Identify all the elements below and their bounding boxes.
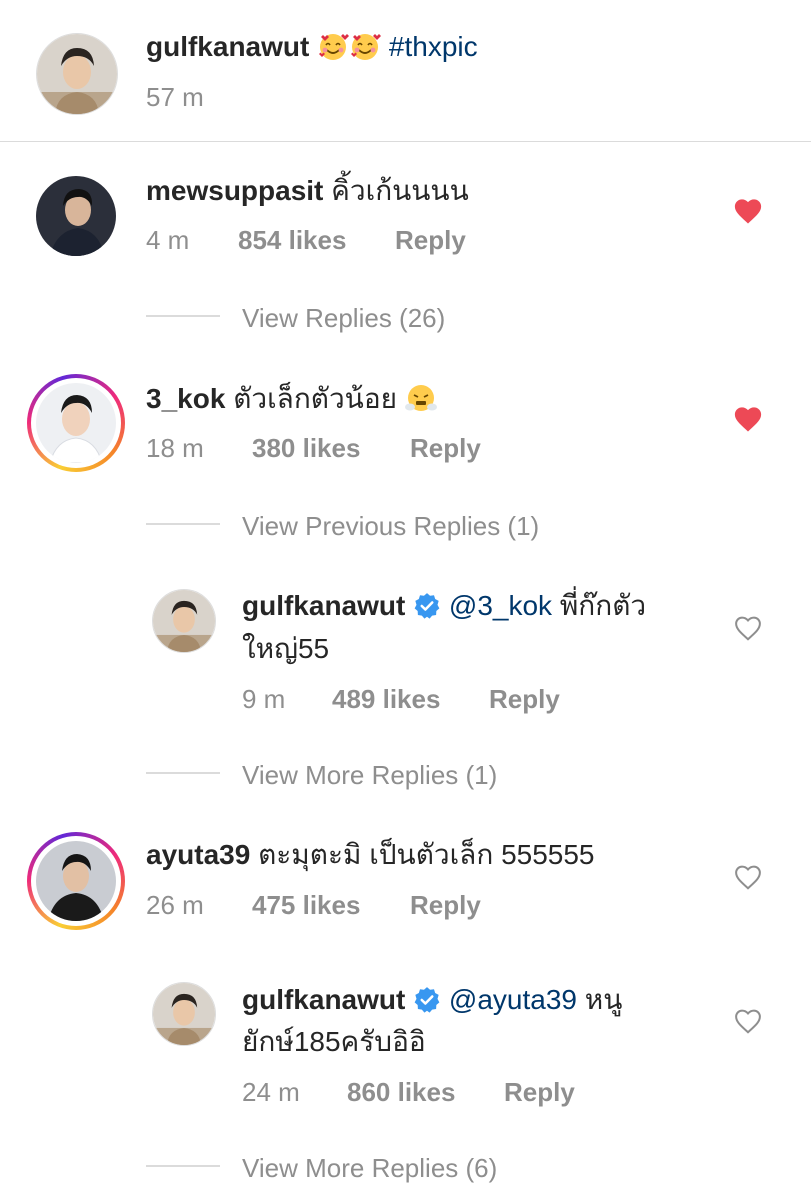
comment-text: ตัวเล็กตัวน้อย (233, 383, 398, 414)
heart-filled-icon[interactable] (733, 197, 763, 225)
reply-username[interactable]: gulfkanawut (242, 984, 405, 1015)
avatar-gulfkanawut[interactable] (36, 33, 118, 115)
smiling-face-with-hearts-icon (317, 30, 349, 62)
verified-badge-icon (413, 986, 441, 1014)
likes-count[interactable]: 475 likes (252, 890, 360, 920)
reply-username[interactable]: gulfkanawut (242, 590, 405, 621)
reply-text-line2: ใหญ่55 (242, 633, 330, 664)
caption-divider (0, 141, 811, 142)
view-replies-line (146, 315, 220, 317)
caption-hashtag[interactable]: #thxpic (389, 31, 478, 62)
reply-time: 24 m (242, 1077, 300, 1107)
reply-mention[interactable]: @ayuta39 (449, 984, 577, 1015)
reply-button[interactable]: Reply (504, 1077, 575, 1107)
reply-button[interactable]: Reply (489, 684, 560, 714)
caption-username[interactable]: gulfkanawut (146, 31, 309, 62)
caption-time: 57 m (146, 82, 204, 112)
reply-button[interactable]: Reply (395, 225, 466, 255)
likes-count[interactable]: 489 likes (332, 684, 440, 714)
avatar-ayuta39[interactable] (36, 841, 116, 921)
reply-button[interactable]: Reply (410, 433, 481, 463)
heart-filled-icon[interactable] (733, 405, 763, 433)
view-previous-line (146, 523, 220, 525)
comment-username[interactable]: 3_kok (146, 383, 225, 414)
avatar-3-kok[interactable] (36, 383, 116, 463)
comment-time: 26 m (146, 890, 204, 920)
view-replies-button[interactable]: View Replies (26) (242, 303, 445, 333)
comment-username[interactable]: ayuta39 (146, 839, 250, 870)
comment-text: คิ้วเก้นนนน (331, 175, 469, 206)
reply-button[interactable]: Reply (410, 890, 481, 920)
reply-time: 9 m (242, 684, 286, 714)
heart-outline-icon[interactable] (733, 863, 763, 891)
reply-mention[interactable]: @3_kok (449, 590, 552, 621)
likes-count[interactable]: 854 likes (238, 225, 346, 255)
view-more-replies-button[interactable]: View More Replies (6) (242, 1153, 497, 1183)
avatar-mewsuppasit[interactable] (36, 176, 116, 256)
comment-text: ตะมุตะมิ เป็นตัวเล็ก 555555 (258, 839, 595, 870)
face-with-steam-from-nose-icon (405, 382, 437, 414)
comment-time: 18 m (146, 433, 204, 463)
avatar-gulfkanawut[interactable] (152, 589, 216, 653)
view-more-line (146, 1165, 220, 1167)
reply-text-line1: พี่ก๊กตัว (559, 590, 647, 621)
smiling-face-with-hearts-icon (349, 30, 381, 62)
likes-count[interactable]: 380 likes (252, 433, 360, 463)
comment-time: 4 m (146, 225, 190, 255)
reply-text-line2: ยักษ์185ครับอิอิ (242, 1026, 426, 1057)
heart-outline-icon[interactable] (733, 1007, 763, 1035)
heart-outline-icon[interactable] (733, 614, 763, 642)
likes-count[interactable]: 860 likes (347, 1077, 455, 1107)
verified-badge-icon (413, 592, 441, 620)
comment-username[interactable]: mewsuppasit (146, 175, 323, 206)
avatar-gulfkanawut[interactable] (152, 982, 216, 1046)
view-previous-replies-button[interactable]: View Previous Replies (1) (242, 511, 539, 541)
view-more-line (146, 772, 220, 774)
view-more-replies-button[interactable]: View More Replies (1) (242, 760, 497, 790)
reply-text-line1: หนู (584, 984, 623, 1015)
